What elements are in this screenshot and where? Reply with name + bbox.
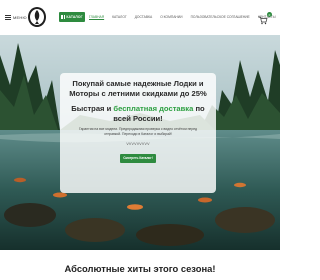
promo-subtitle-start: Быстрая и [71,103,114,113]
nav-item-delivery[interactable]: ДОСТАВКА [135,15,153,19]
cart-button[interactable]: 0 [258,12,272,25]
promo-subtitle-highlight: бесплатная доставка [113,103,194,113]
nav-item-home[interactable]: ГЛАВНАЯ [89,15,104,19]
nav-item-agreement[interactable]: ПОЛЬЗОВАТЕЛЬСКОЕ СОГЛАШЕНИЕ [191,15,250,19]
burger-icon [5,14,11,20]
menu-button[interactable]: МЕНЮ [5,13,27,21]
grid-icon [61,15,66,19]
promo-code: VVVVVVVVV [126,142,150,147]
menu-label: МЕНЮ [13,14,27,20]
hero-banner: Покупай самые надежные Лодки и Моторы с … [0,35,280,250]
promo-title: Покупай самые надежные Лодки и Моторы с … [69,79,207,98]
nav-item-catalog[interactable]: КАТАЛОГ [112,15,127,19]
nav-item-about[interactable]: О КОМПАНИИ [160,15,182,19]
section-title: Абсолютные хиты этого сезона! [64,263,216,274]
site-header: МЕНЮ КАТАЛОГ ГЛАВНАЯ КАТАЛОГ ДОСТАВКА О … [0,0,280,35]
promo-card: Покупай самые надежные Лодки и Моторы с … [60,73,216,193]
cart-count-badge: 0 [267,12,272,17]
catalog-button[interactable]: КАТАЛОГ [59,12,85,22]
main-nav: ГЛАВНАЯ КАТАЛОГ ДОСТАВКА О КОМПАНИИ ПОЛЬ… [89,15,284,19]
view-catalog-button[interactable]: Смотреть Каталог! [120,154,156,164]
catalog-button-label: КАТАЛОГ [66,15,83,19]
promo-subtitle: Быстрая и бесплатная доставка по всей Ро… [60,104,216,124]
fish-logo-icon[interactable] [27,6,47,28]
cart-icon [259,16,268,25]
promo-text: Гарантия на все модели. Предпродажная пр… [79,127,197,137]
